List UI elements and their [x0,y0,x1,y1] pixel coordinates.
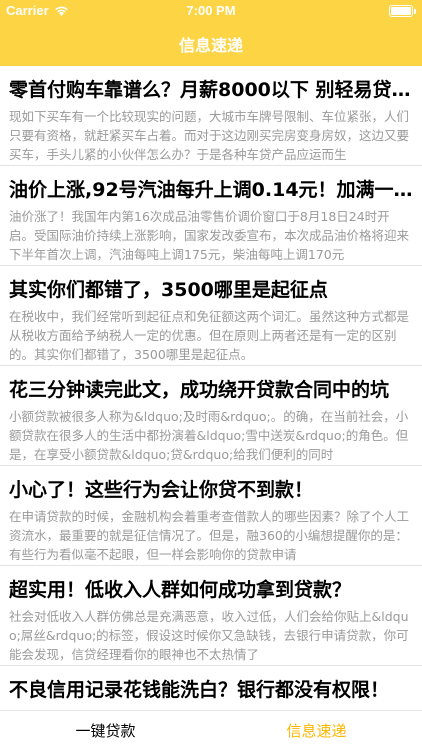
news-item[interactable]: 不良信用记录花钱能洗白？银行都没有权限！ [0,666,422,710]
news-summary: 在申请贷款的时候，金融机构会着重考查借款人的哪些因素？除了个人工资流水，最重要的… [9,509,410,562]
tab-loan[interactable]: 一键贷款 [0,711,211,750]
news-title: 小心了！这些行为会让你贷不到款！ [9,479,314,501]
news-title: 其实你们都错了，3500哪里是起征点 [9,279,328,301]
news-item[interactable]: 花三分钟读完此文，成功绕开贷款合同中的坑 小额贷款被很多人称为&ldquo;及时… [0,366,422,466]
news-title: 油价上涨,92号汽油每升上调0.14元！加满一箱多花7元 [9,179,413,201]
news-summary: 油价涨了！我国年内第16次成品油零售价调价窗口于8月18日24时开启。受国际油价… [9,209,410,262]
nav-bar: 信息速递 [0,22,422,66]
status-bar: Carrier 7:00 PM [0,0,422,22]
news-item[interactable]: 油价上涨,92号汽油每升上调0.14元！加满一箱多花7元 油价涨了！我国年内第1… [0,166,422,266]
news-title: 零首付购车靠谱么？月薪8000以下 别轻易贷款买车 [9,79,413,101]
app-screen: Carrier 7:00 PM 信息速递 零首付购车靠谱么？月薪8000以下 别… [0,0,422,750]
news-item[interactable]: 零首付购车靠谱么？月薪8000以下 别轻易贷款买车 现如下买车有一个比较现实的问… [0,66,422,166]
news-list[interactable]: 零首付购车靠谱么？月薪8000以下 别轻易贷款买车 现如下买车有一个比较现实的问… [0,66,422,710]
news-title: 超实用！低收入人群如何成功拿到贷款？ [9,579,352,601]
clock: 7:00 PM [186,3,236,18]
battery-icon [389,5,416,17]
tab-bar: 一键贷款 信息速递 [0,710,422,750]
news-title: 花三分钟读完此文，成功绕开贷款合同中的坑 [9,379,390,401]
tab-news[interactable]: 信息速递 [211,711,422,750]
news-summary: 社会对低收入人群仿佛总是充满恶意，收入过低，人们会给你贴上&ldquo;屌丝&r… [9,609,409,662]
news-item[interactable]: 其实你们都错了，3500哪里是起征点 在税收中，我们经常听到起征点和免征额这两个… [0,266,422,366]
news-item[interactable]: 小心了！这些行为会让你贷不到款！ 在申请贷款的时候，金融机构会着重考查借款人的哪… [0,466,422,566]
news-summary: 现如下买车有一个比较现实的问题，大城市车牌号限制、车位紧张，人们只要有资格，就赶… [9,109,410,162]
news-summary: 在税收中，我们经常听到起征点和免征额这两个词汇。虽然这种方式都是从税收方面给予纳… [9,309,410,362]
news-summary: 小额贷款被很多人称为&ldquo;及时雨&rdquo;。的确，在当前社会，小额贷… [9,409,409,462]
page-title: 信息速递 [178,36,243,55]
news-item[interactable]: 超实用！低收入人群如何成功拿到贷款？ 社会对低收入人群仿佛总是充满恶意，收入过低… [0,566,422,666]
news-title: 不良信用记录花钱能洗白？银行都没有权限！ [9,679,390,701]
